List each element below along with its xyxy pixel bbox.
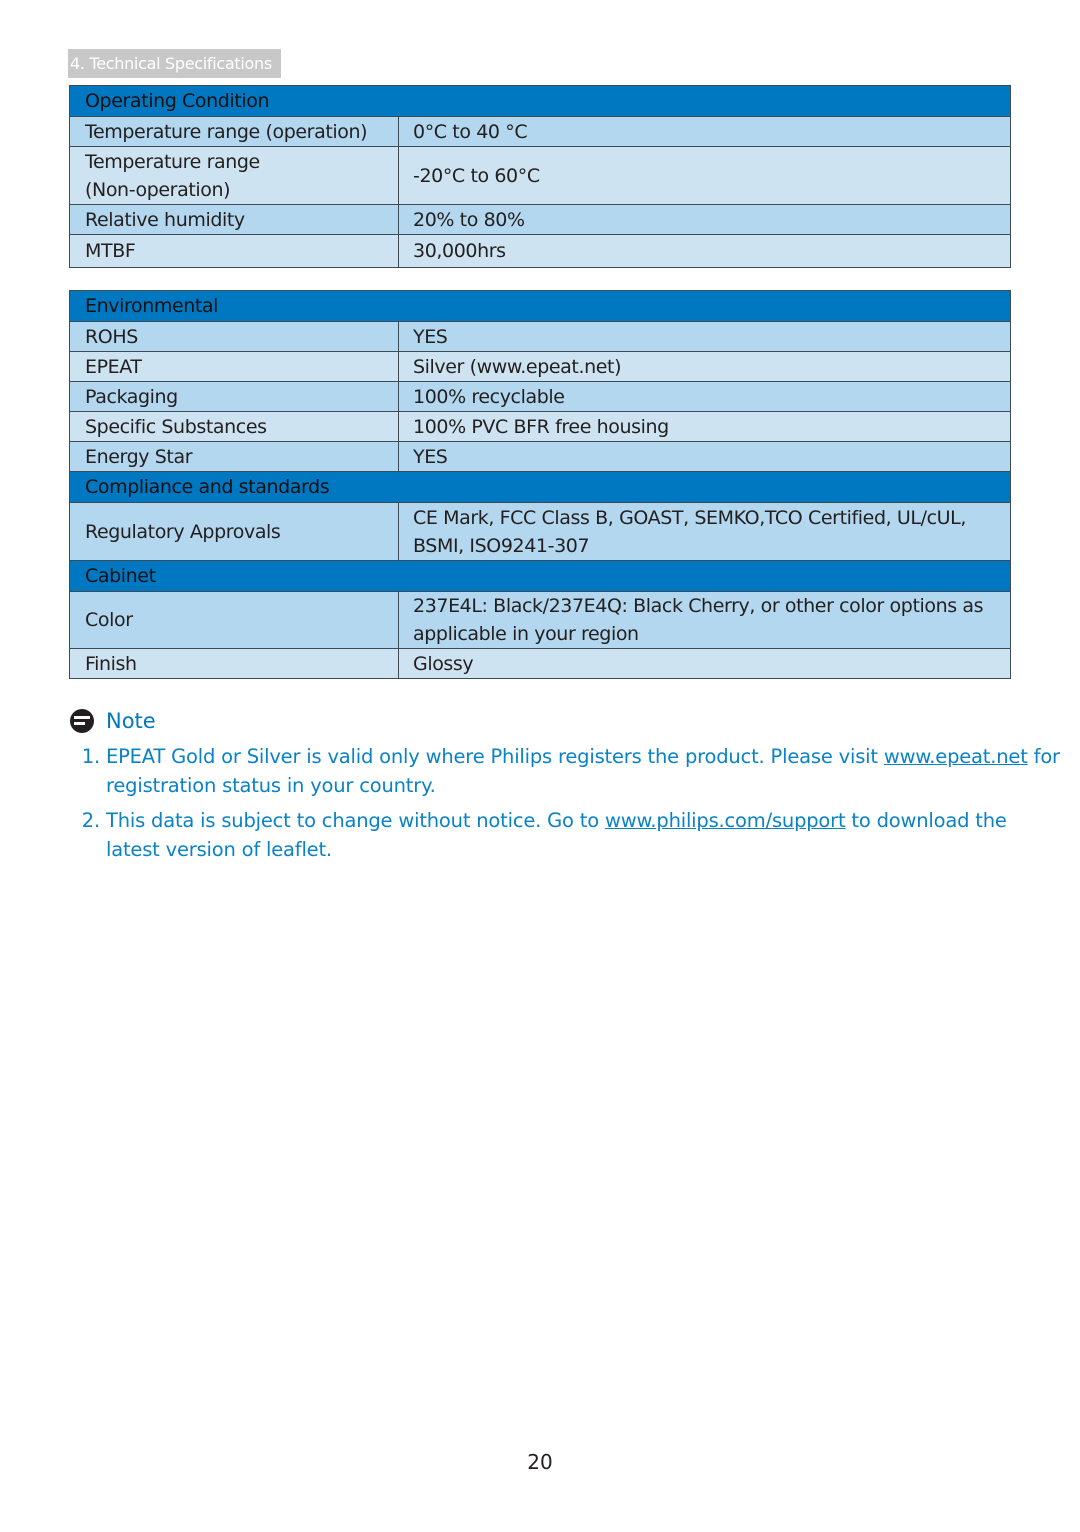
note-header: Note [70, 709, 156, 733]
spec-value: YES [398, 441, 1011, 472]
note-icon [70, 709, 94, 733]
environmental-table: Environmental ROHS YES EPEAT Silver (www… [69, 290, 1011, 679]
spec-label: Packaging [69, 381, 399, 412]
table-row: Color 237E4L: Black/237E4Q: Black Cherry… [69, 591, 1011, 649]
section-title: Cabinet [69, 560, 1011, 592]
spec-value-line: BSMI, ISO9241-307 [413, 534, 590, 557]
spec-value: Glossy [398, 648, 1011, 679]
spec-value: 237E4L: Black/237E4Q: Black Cherry, or o… [398, 591, 1011, 649]
note-item: This data is subject to change without n… [106, 806, 1066, 864]
table-row: EPEAT Silver (www.epeat.net) [69, 351, 1011, 382]
note-list: EPEAT Gold or Silver is valid only where… [40, 742, 1066, 870]
spec-value: 30,000hrs [398, 234, 1011, 268]
spec-label: Finish [69, 648, 399, 679]
spec-label: Regulatory Approvals [69, 502, 399, 561]
spec-label: MTBF [69, 234, 399, 268]
page-number: 20 [527, 1450, 553, 1474]
note-text: EPEAT Gold or Silver is valid only where… [106, 745, 884, 768]
spec-label: Color [69, 591, 399, 649]
spec-value: -20°C to 60°C [398, 146, 1011, 205]
section-title: Operating Condition [69, 85, 1011, 117]
spec-value-line: 237E4L: Black/237E4Q: Black Cherry, or o… [413, 595, 984, 617]
section-header-environmental: Environmental [69, 290, 1011, 322]
table-row: Regulatory Approvals CE Mark, FCC Class … [69, 502, 1011, 561]
note-text: This data is subject to change without n… [106, 809, 605, 832]
section-title: Environmental [69, 290, 1011, 322]
spec-value: 0°C to 40 °C [398, 116, 1011, 147]
table-row: Temperature range (Non-operation) -20°C t… [69, 146, 1011, 205]
spec-label-line: Temperature range [85, 150, 260, 173]
table-row: Finish Glossy [69, 648, 1011, 679]
philips-support-link[interactable]: www.philips.com/support [605, 809, 846, 832]
spec-value: Silver (www.epeat.net) [398, 351, 1011, 382]
table-row: ROHS YES [69, 321, 1011, 352]
table-row: Specific Substances 100% PVC BFR free ho… [69, 411, 1011, 442]
spec-label: Temperature range (Non-operation) [69, 146, 399, 205]
spec-value-line: CE Mark, FCC Class B, GOAST, SEMKO,TCO C… [413, 506, 966, 529]
spec-value: 20% to 80% [398, 204, 1011, 235]
section-tab: 4. Technical Specifications [68, 49, 281, 78]
operating-condition-table: Operating Condition Temperature range (o… [69, 85, 1011, 268]
table-row: MTBF 30,000hrs [69, 234, 1011, 268]
section-header-cabinet: Cabinet [69, 560, 1011, 592]
section-header-operating-condition: Operating Condition [69, 85, 1011, 117]
spec-value: 100% recyclable [398, 381, 1011, 412]
section-title: Compliance and standards [69, 471, 1011, 503]
epeat-link[interactable]: www.epeat.net [884, 745, 1028, 768]
note-title: Note [106, 709, 156, 733]
spec-label-line: (Non-operation) [85, 178, 231, 201]
spec-value: 100% PVC BFR free housing [398, 411, 1011, 442]
spec-value: CE Mark, FCC Class B, GOAST, SEMKO,TCO C… [398, 502, 1011, 561]
table-row: Temperature range (operation) 0°C to 40 … [69, 116, 1011, 147]
spec-label: Temperature range (operation) [69, 116, 399, 147]
table-row: Relative humidity 20% to 80% [69, 204, 1011, 235]
spec-label: Specific Substances [69, 411, 399, 442]
table-row: Energy Star YES [69, 441, 1011, 472]
spec-value-line: applicable in your region [413, 623, 639, 645]
spec-label: Relative humidity [69, 204, 399, 235]
spec-label: Energy Star [69, 441, 399, 472]
section-header-compliance: Compliance and standards [69, 471, 1011, 503]
note-item: EPEAT Gold or Silver is valid only where… [106, 742, 1066, 800]
spec-value: YES [398, 321, 1011, 352]
table-row: Packaging 100% recyclable [69, 381, 1011, 412]
spec-label: ROHS [69, 321, 399, 352]
spec-label: EPEAT [69, 351, 399, 382]
